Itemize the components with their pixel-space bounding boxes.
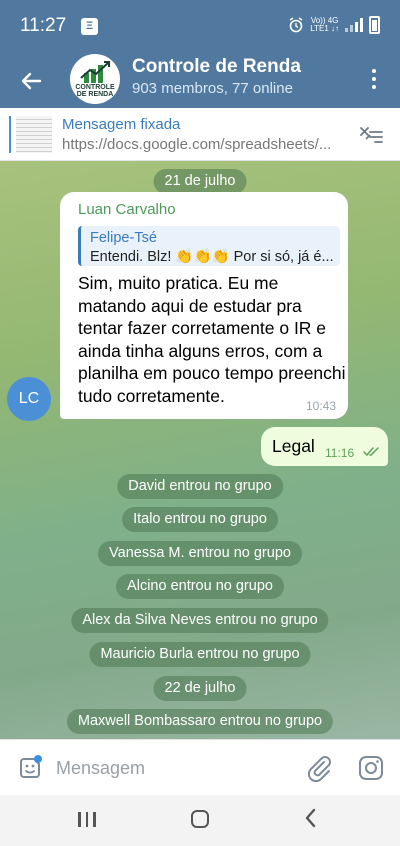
message-time: 10:43 xyxy=(305,399,336,413)
join-event: Maxwell Bombassaro entrou no grupo xyxy=(66,709,334,734)
more-vertical-icon[interactable] xyxy=(362,66,386,92)
nav-home-icon[interactable] xyxy=(191,810,209,828)
nav-recents-icon[interactable] xyxy=(78,812,96,827)
date-separator: 22 de julho xyxy=(153,676,247,701)
reply-quote[interactable]: Felipe-Tsé Entendi. Blz! 👏👏👏 Por si só, … xyxy=(78,226,340,266)
group-subtitle: 903 membros, 77 online xyxy=(132,80,293,97)
alarm-icon xyxy=(289,17,303,33)
message-text: Legal xyxy=(272,436,315,456)
sender-name[interactable]: Luan Carvalho xyxy=(78,201,176,218)
network-indicator: Vo)) 4G LTE1 ↓↑ xyxy=(310,17,339,33)
pinned-message-bar[interactable]: Mensagem fixada https://docs.google.com/… xyxy=(0,108,400,161)
status-time: 11:27 xyxy=(20,15,67,36)
unpin-icon[interactable] xyxy=(358,122,386,146)
join-event: Alex da Silva Neves entrou no grupo xyxy=(71,608,329,633)
outgoing-message[interactable]: Legal 11:16 xyxy=(261,427,388,466)
system-nav-bar xyxy=(0,795,400,846)
sticker-icon[interactable] xyxy=(16,754,44,782)
quote-author: Felipe-Tsé xyxy=(90,230,157,246)
pinned-title: Mensagem fixada xyxy=(62,116,181,133)
join-event: Italo entrou no grupo xyxy=(122,507,278,532)
nav-back-icon[interactable] xyxy=(303,807,317,829)
camera-icon[interactable] xyxy=(356,753,386,783)
signal-icon xyxy=(345,18,363,32)
group-avatar[interactable]: CONTROLE DE RENDA xyxy=(70,54,120,104)
date-separator: 21 de julho xyxy=(153,169,247,194)
incoming-message[interactable]: Luan Carvalho Felipe-Tsé Entendi. Blz! 👏… xyxy=(60,192,348,419)
message-input[interactable] xyxy=(56,752,296,784)
battery-icon xyxy=(369,16,380,34)
pinned-url: https://docs.google.com/spreadsheets/... xyxy=(62,136,332,153)
status-icons: Vo)) 4G LTE1 ↓↑ xyxy=(288,16,380,34)
message-text: Sim, muito pratica. Eu me matando aqui d… xyxy=(78,273,346,406)
message-composer xyxy=(0,739,400,795)
join-event: Mauricio Burla entrou no grupo xyxy=(89,642,311,667)
notification-icon: Ξ xyxy=(81,18,98,35)
back-arrow-icon[interactable] xyxy=(14,64,48,98)
quote-text: Entendi. Blz! 👏👏👏 Por si só, já é... xyxy=(90,249,334,265)
join-event: Vanessa M. entrou no grupo xyxy=(98,541,302,566)
chat-area[interactable]: 21 de julho Luan Carvalho Felipe-Tsé Ent… xyxy=(0,161,400,739)
double-check-icon xyxy=(363,447,379,457)
group-avatar-text: CONTROLE DE RENDA xyxy=(75,84,115,98)
status-bar: 11:27 Ξ Vo)) 4G LTE1 ↓↑ xyxy=(0,0,400,52)
join-event: David entrou no grupo xyxy=(117,474,283,499)
sender-avatar[interactable]: LC xyxy=(7,377,51,421)
pinned-thumbnail xyxy=(16,116,52,153)
paperclip-icon[interactable] xyxy=(304,753,334,783)
group-title[interactable]: Controle de Renda xyxy=(132,56,301,78)
chat-header: CONTROLE DE RENDA Controle de Renda 903 … xyxy=(0,52,400,108)
join-event: Alcino entrou no grupo xyxy=(116,574,284,599)
pinned-accent-line xyxy=(9,116,11,153)
net-label-bottom: LTE1 ↓↑ xyxy=(310,24,339,33)
message-time: 11:16 xyxy=(325,446,355,460)
